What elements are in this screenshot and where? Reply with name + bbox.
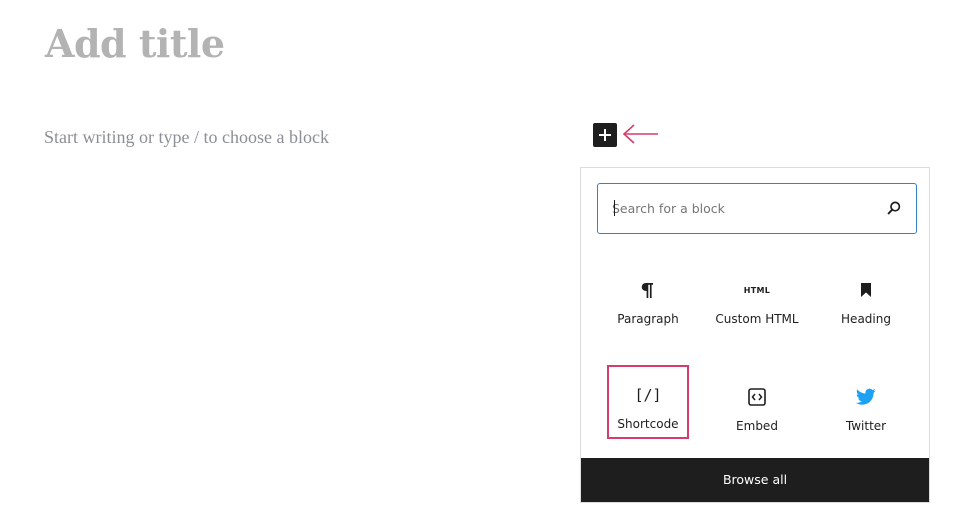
paragraph-icon <box>607 278 689 302</box>
text-cursor <box>614 200 615 216</box>
embed-icon <box>716 385 798 409</box>
block-item-shortcode[interactable]: [/] Shortcode <box>607 365 689 439</box>
block-placeholder[interactable]: Start writing or type / to choose a bloc… <box>44 126 329 148</box>
block-label: Custom HTML <box>715 312 799 326</box>
block-item-twitter[interactable]: Twitter <box>825 367 907 441</box>
block-item-heading[interactable]: Heading <box>825 260 907 334</box>
arrow-left-icon <box>622 124 658 144</box>
shortcode-icon: [/] <box>634 386 662 404</box>
block-label: Twitter <box>845 419 887 433</box>
search-icon[interactable] <box>886 200 902 216</box>
search-box[interactable] <box>597 183 917 234</box>
browse-all-button[interactable]: Browse all <box>581 458 929 502</box>
search-input[interactable] <box>612 184 867 232</box>
block-item-embed[interactable]: Embed <box>716 367 798 441</box>
block-item-paragraph[interactable]: Paragraph <box>607 260 689 334</box>
html-icon: HTML <box>743 285 771 295</box>
block-item-custom-html[interactable]: HTML Custom HTML <box>715 260 798 334</box>
block-label: Paragraph <box>617 312 679 326</box>
twitter-icon <box>825 385 907 409</box>
block-inserter-panel: Paragraph HTML Custom HTML Heading [/] S… <box>580 167 930 503</box>
block-label: Embed <box>736 419 778 433</box>
block-inserter-toggle[interactable] <box>593 123 617 147</box>
block-label: Shortcode <box>617 417 679 431</box>
plus-icon <box>599 129 611 141</box>
block-label: Heading <box>841 312 891 326</box>
post-title[interactable]: Add title <box>45 20 225 68</box>
bookmark-icon <box>825 278 907 302</box>
